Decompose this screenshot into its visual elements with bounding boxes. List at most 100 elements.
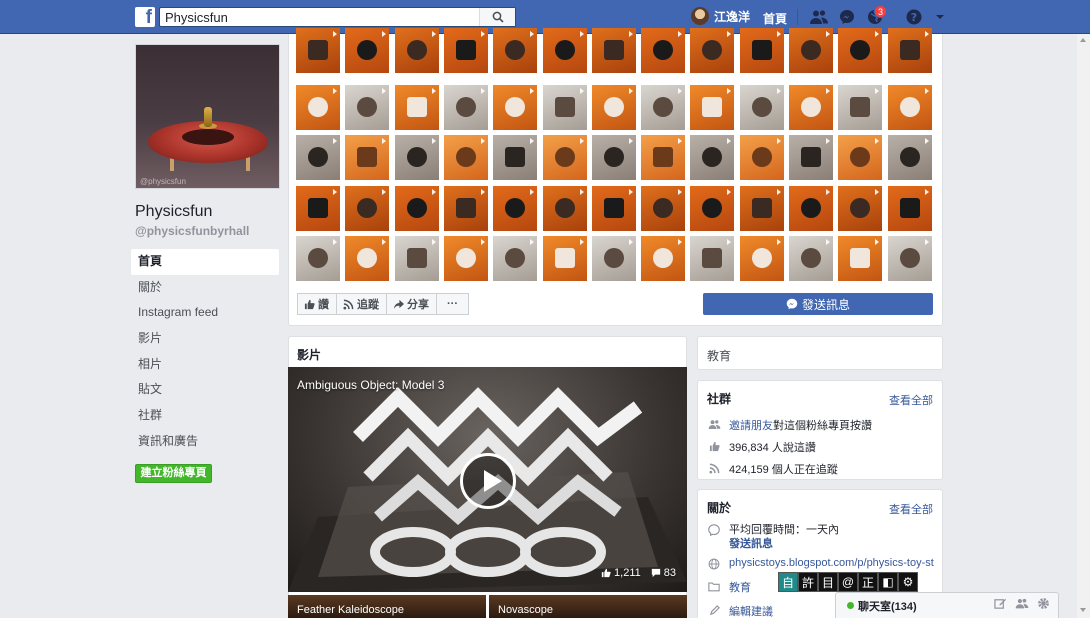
follow-button[interactable]: 追蹤 [336, 293, 387, 315]
cover-video-thumbnail[interactable] [838, 84, 883, 130]
cover-video-thumbnail[interactable] [641, 28, 686, 73]
compose-icon[interactable] [994, 597, 1007, 610]
ime-mode-button[interactable]: 自 [778, 572, 798, 592]
featured-video[interactable]: Ambiguous Object: Model 3 1,211 83 [288, 367, 687, 592]
cover-video-thumbnail[interactable] [887, 28, 932, 73]
profile-picture[interactable]: @physicsfun [135, 44, 280, 189]
cover-video-thumbnail[interactable] [789, 28, 833, 73]
nav-item-videos[interactable]: 影片 [131, 326, 279, 352]
cover-video-thumbnail[interactable] [493, 84, 538, 130]
cover-video-thumbnail[interactable] [591, 84, 636, 130]
cover-video-thumbnail[interactable] [493, 236, 538, 281]
friends-button[interactable] [809, 8, 829, 26]
cover-video-thumbnail[interactable] [739, 185, 784, 231]
cover-video-thumbnail[interactable] [690, 28, 735, 73]
nav-item-about[interactable]: 關於 [131, 275, 279, 301]
scrollbar[interactable] [1077, 34, 1090, 618]
messenger-button[interactable] [837, 8, 857, 26]
video-thumbnail[interactable]: Novascope [489, 595, 687, 618]
cover-video-thumbnail[interactable] [690, 236, 735, 281]
cover-video-thumbnail[interactable] [443, 84, 488, 130]
about-send-message-link[interactable]: 發送訊息 [729, 537, 839, 551]
cover-video-thumbnail[interactable] [789, 84, 833, 130]
cover-video-thumbnail[interactable] [739, 135, 784, 180]
cover-video-thumbnail[interactable] [296, 135, 340, 180]
cover-video-thumbnail[interactable] [641, 185, 686, 231]
cover-video-thumbnail[interactable] [493, 28, 538, 73]
nav-item-posts[interactable]: 貼文 [131, 377, 279, 403]
page-title[interactable]: Physicsfun [135, 203, 212, 221]
cover-video-thumbnail[interactable] [591, 28, 636, 73]
cover-video-thumbnail[interactable] [739, 28, 784, 73]
cover-video-thumbnail[interactable] [394, 84, 439, 130]
cover-video-thumbnail[interactable] [443, 28, 488, 73]
nav-item-instagram[interactable]: Instagram feed [131, 300, 279, 326]
community-heading[interactable]: 社群 [707, 390, 731, 407]
scroll-down-arrow[interactable] [1080, 608, 1086, 612]
nav-item-info-ads[interactable]: 資訊和廣告 [131, 429, 279, 455]
page-handle[interactable]: @physicsfunbyrhall [135, 224, 249, 238]
about-see-all-link[interactable]: 查看全部 [889, 501, 933, 517]
cover-video-thumbnail[interactable] [838, 236, 883, 281]
cover-video-thumbnail[interactable] [443, 185, 488, 231]
cover-video-thumbnail[interactable] [739, 236, 784, 281]
home-link[interactable]: 首頁 [763, 10, 787, 27]
nav-item-photos[interactable]: 相片 [131, 352, 279, 378]
cover-video-thumbnail[interactable] [789, 185, 833, 231]
scroll-up-arrow[interactable] [1080, 38, 1086, 42]
cover-video-thumbnail[interactable] [789, 236, 833, 281]
chat-bar[interactable]: 聊天室(134) [835, 592, 1059, 618]
cover-video-thumbnail[interactable] [443, 236, 488, 281]
cover-video-thumbnail[interactable] [345, 28, 390, 73]
ime-button[interactable]: ◧ [878, 572, 898, 592]
category-link[interactable]: 教育 [729, 579, 751, 595]
cover-video-thumbnail[interactable] [838, 135, 883, 180]
nav-item-community[interactable]: 社群 [131, 403, 279, 429]
share-button[interactable]: 分享 [386, 293, 437, 315]
ime-button[interactable]: @ [838, 572, 858, 592]
cover-video-thumbnail[interactable] [542, 28, 587, 73]
cover-video-thumbnail[interactable] [591, 236, 636, 281]
cover-video-thumbnail[interactable] [641, 84, 686, 130]
account-menu-button[interactable] [930, 8, 950, 26]
search-input[interactable] [160, 8, 480, 26]
about-heading[interactable]: 關於 [707, 499, 731, 516]
ime-settings-icon[interactable]: ⚙ [898, 572, 918, 592]
cover-video-thumbnail[interactable] [296, 185, 340, 231]
nav-item-home[interactable]: 首頁 [131, 249, 279, 275]
community-see-all-link[interactable]: 查看全部 [889, 392, 933, 408]
create-page-button[interactable]: 建立粉絲專頁 [135, 464, 212, 483]
cover-video-thumbnail[interactable] [493, 135, 538, 180]
ime-button[interactable]: 目 [818, 572, 838, 592]
cover-video-thumbnail[interactable] [690, 185, 735, 231]
invite-friends-link[interactable]: 邀請朋友 [729, 417, 773, 433]
cover-video-thumbnail[interactable] [591, 135, 636, 180]
cover-video-thumbnail[interactable] [394, 236, 439, 281]
cover-video-thumbnail[interactable] [443, 135, 488, 180]
cover-video-thumbnail[interactable] [493, 185, 538, 231]
help-button[interactable]: ? [904, 8, 924, 26]
cover-video-thumbnail[interactable] [789, 135, 833, 180]
cover-video-thumbnail[interactable] [345, 236, 390, 281]
cover-video-thumbnail[interactable] [542, 236, 587, 281]
cover-video-thumbnail[interactable] [345, 135, 390, 180]
cover-video-thumbnail[interactable] [690, 135, 735, 180]
cover-video-thumbnail[interactable] [394, 185, 439, 231]
play-button[interactable] [460, 453, 516, 509]
more-button[interactable]: ··· [436, 293, 469, 315]
cover-video-thumbnail[interactable] [296, 236, 340, 281]
cover-video-thumbnail[interactable] [296, 84, 340, 130]
cover-video-thumbnail[interactable] [838, 28, 883, 73]
search-button[interactable] [479, 8, 515, 26]
cover-video-thumbnail[interactable] [887, 84, 932, 130]
cover-video-thumbnail[interactable] [838, 185, 883, 231]
website-link[interactable]: physicstoys.blogspot.com/p/physics-toy-s… [729, 557, 934, 569]
cover-video-thumbnail[interactable] [690, 84, 735, 130]
ime-button[interactable]: 許 [798, 572, 818, 592]
send-message-button[interactable]: 發送訊息 [703, 293, 933, 315]
video-thumbnail[interactable]: Feather Kaleidoscope [288, 595, 486, 618]
cover-video-thumbnail[interactable] [345, 185, 390, 231]
cover-video-thumbnail[interactable] [542, 84, 587, 130]
facebook-logo-icon[interactable]: f [135, 7, 155, 28]
category-text[interactable]: 教育 [707, 347, 731, 364]
